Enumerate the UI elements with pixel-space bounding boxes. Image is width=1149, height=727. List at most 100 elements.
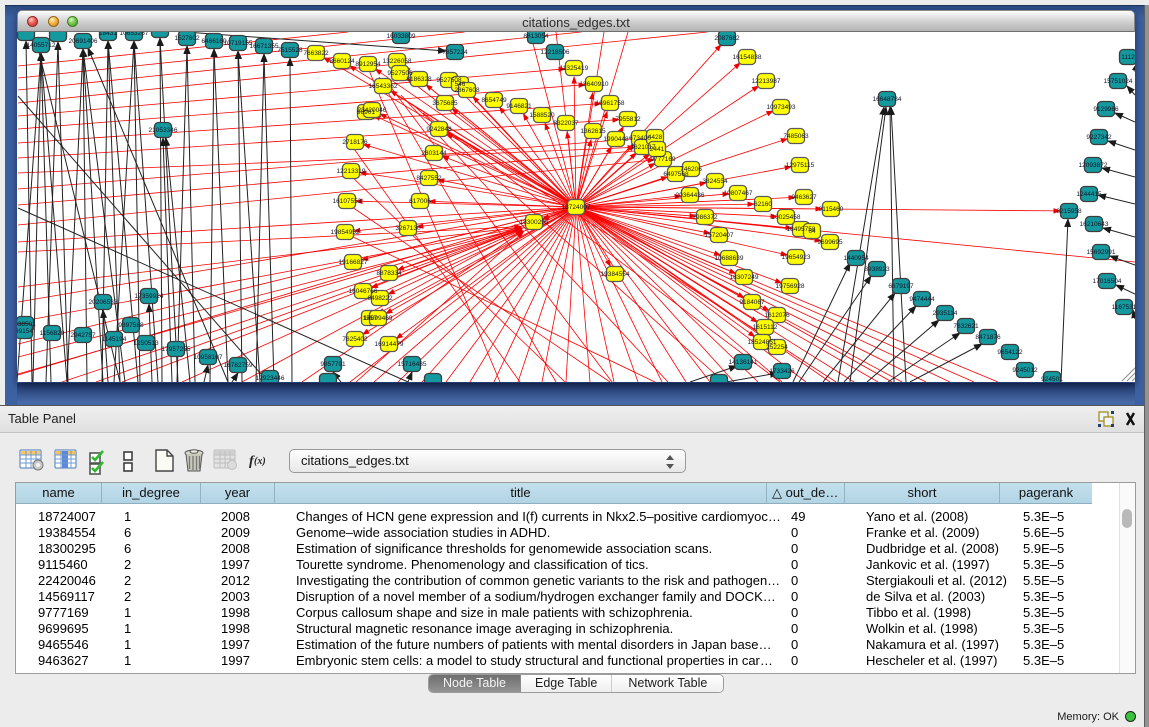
svg-text:19384554: 19384554 xyxy=(601,271,630,278)
svg-text:9245012: 9245012 xyxy=(1012,367,1038,374)
svg-text:7663822: 7663822 xyxy=(303,50,329,57)
svg-text:7955812: 7955812 xyxy=(615,116,641,123)
svg-text:2935114: 2935114 xyxy=(933,310,958,317)
svg-text:14136141: 14136141 xyxy=(729,359,758,366)
svg-text:15720407: 15720407 xyxy=(705,232,734,239)
svg-text:9146821: 9146821 xyxy=(506,103,532,110)
svg-text:16046766: 16046766 xyxy=(349,288,378,295)
svg-text:9227342: 9227342 xyxy=(1086,134,1112,141)
svg-text:20206533: 20206533 xyxy=(89,299,118,306)
svg-text:1990448: 1990448 xyxy=(603,136,629,143)
svg-text:1527602: 1527602 xyxy=(174,35,200,42)
svg-text:16981373: 16981373 xyxy=(146,32,175,34)
svg-text:3267130: 3267130 xyxy=(395,225,421,232)
svg-text:99154: 99154 xyxy=(17,328,33,335)
svg-text:9654122: 9654122 xyxy=(997,349,1023,356)
svg-text:8654749: 8654749 xyxy=(481,97,507,104)
svg-text:8813054: 8813054 xyxy=(523,33,549,40)
svg-text:17359924: 17359924 xyxy=(135,293,164,300)
svg-text:10973493: 10973493 xyxy=(767,104,796,111)
svg-text:617006: 617006 xyxy=(409,198,431,205)
svg-text:16033809: 16033809 xyxy=(387,33,416,40)
svg-text:9463627: 9463627 xyxy=(791,194,817,201)
svg-text:6679197: 6679197 xyxy=(888,283,914,290)
svg-text:15751024: 15751024 xyxy=(1104,78,1133,85)
svg-text:20691406: 20691406 xyxy=(69,38,98,45)
svg-text:1733426: 1733426 xyxy=(769,368,795,375)
svg-text:16543362: 16543362 xyxy=(369,83,398,90)
svg-text:2718176: 2718176 xyxy=(342,139,368,146)
svg-text:9242848: 9242848 xyxy=(426,126,452,133)
svg-text:10958107: 10958107 xyxy=(194,354,223,361)
svg-text:7986372: 7986372 xyxy=(692,214,718,221)
svg-text:3675685: 3675685 xyxy=(432,100,458,107)
svg-text:6498222: 6498222 xyxy=(367,295,393,302)
svg-text:8471876: 8471876 xyxy=(975,334,1001,341)
svg-text:8878334: 8878334 xyxy=(376,270,402,277)
svg-text:9857791: 9857791 xyxy=(320,361,346,368)
svg-text:7515528: 7515528 xyxy=(277,47,303,54)
svg-text:18724007: 18724007 xyxy=(562,204,591,211)
svg-text:8912954: 8912954 xyxy=(355,61,381,68)
svg-text:2867608: 2867608 xyxy=(454,87,480,94)
svg-text:18640910: 18640910 xyxy=(580,81,609,88)
svg-text:1244415: 1244415 xyxy=(1076,191,1102,198)
svg-text:1167531: 1167531 xyxy=(1112,304,1135,311)
svg-text:10688639: 10688639 xyxy=(715,255,744,262)
svg-text:23420046: 23420046 xyxy=(358,107,387,114)
svg-text:11325419: 11325419 xyxy=(560,65,589,72)
svg-text:8427552: 8427552 xyxy=(416,175,442,182)
svg-text:1156829: 1156829 xyxy=(40,330,65,337)
svg-text:18431: 18431 xyxy=(99,32,117,37)
svg-text:16154838: 16154838 xyxy=(733,54,762,61)
svg-text:9474444: 9474444 xyxy=(909,296,935,303)
svg-text:10807467: 10807467 xyxy=(724,190,753,197)
svg-text:16648784: 16648784 xyxy=(873,96,902,103)
svg-text:19854952: 19854952 xyxy=(331,229,360,236)
svg-text:924501: 924501 xyxy=(1041,376,1063,382)
svg-text:7625402: 7625402 xyxy=(342,336,368,343)
svg-text:16671355: 16671355 xyxy=(250,43,279,50)
svg-text:8660124: 8660124 xyxy=(329,58,355,65)
svg-text:15716485: 15716485 xyxy=(398,361,427,368)
svg-text:7632621: 7632621 xyxy=(953,323,979,330)
svg-text:10025458: 10025458 xyxy=(772,214,801,221)
svg-text:9129966: 9129966 xyxy=(1093,106,1119,113)
svg-text:938501: 938501 xyxy=(17,321,36,328)
svg-text:19654923: 19654923 xyxy=(782,254,811,261)
svg-text:9184067: 9184067 xyxy=(739,299,765,306)
svg-text:1440954: 1440954 xyxy=(843,255,869,262)
svg-text:4428: 4428 xyxy=(648,134,663,141)
svg-text:9777169: 9777169 xyxy=(650,156,676,163)
svg-text:2087682: 2087682 xyxy=(714,35,740,42)
svg-text:19756928: 19756928 xyxy=(776,283,805,290)
svg-text:8215958: 8215958 xyxy=(1056,208,1082,215)
svg-text:16961758: 16961758 xyxy=(596,100,625,107)
svg-text:13226058: 13226058 xyxy=(383,58,412,65)
svg-text:1612076: 1612076 xyxy=(764,312,790,319)
svg-text:2441: 2441 xyxy=(650,146,665,153)
svg-text:19166827: 19166827 xyxy=(339,259,368,266)
svg-text:17016504: 17016504 xyxy=(1093,278,1122,285)
svg-text:18300295: 18300295 xyxy=(520,219,549,226)
svg-text:12218506: 12218506 xyxy=(541,49,570,56)
svg-text:(x): (x) xyxy=(254,456,266,467)
svg-text:20364436: 20364436 xyxy=(676,192,705,199)
svg-text:17957255: 17957255 xyxy=(162,346,191,353)
svg-text:10719155: 10719155 xyxy=(224,40,253,47)
svg-text:1145194: 1145194 xyxy=(102,336,127,343)
svg-text:2803144: 2803144 xyxy=(421,150,447,157)
svg-text:1588520: 1588520 xyxy=(529,112,555,119)
svg-text:8938923: 8938923 xyxy=(864,266,890,273)
svg-text:3824554: 3824554 xyxy=(702,178,728,185)
svg-text:62160: 62160 xyxy=(754,201,772,208)
svg-text:7485063: 7485063 xyxy=(783,133,809,140)
svg-text:14099469: 14099469 xyxy=(364,315,393,322)
svg-text:16782759: 16782759 xyxy=(224,362,253,369)
svg-text:2942757: 2942757 xyxy=(70,332,96,339)
svg-text:15692991: 15692991 xyxy=(1087,249,1116,256)
svg-text:1615112: 1615112 xyxy=(753,324,778,331)
svg-text:8322037: 8322037 xyxy=(553,120,579,127)
svg-text:1362615: 1362615 xyxy=(580,128,606,135)
svg-text:16914479: 16914479 xyxy=(375,341,404,348)
